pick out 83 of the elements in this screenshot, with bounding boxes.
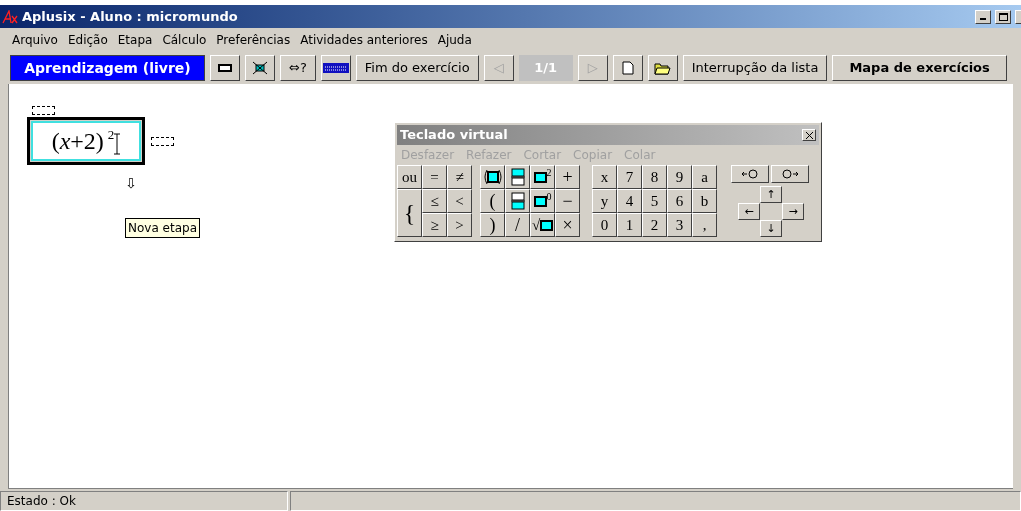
tooltip: Nova etapa	[125, 218, 200, 238]
mode-button[interactable]: Aprendizagem (livre)	[10, 55, 205, 81]
menu-item[interactable]: Etapa	[117, 31, 153, 49]
status-text: Estado : Ok	[0, 491, 288, 511]
keyboard-key[interactable]: (	[480, 189, 505, 213]
keyboard-key[interactable]: ,	[692, 213, 717, 237]
arrow-key[interactable]: ↓	[760, 220, 782, 237]
keyboard-key[interactable]: 4	[617, 189, 642, 213]
fraction-icon	[510, 168, 525, 186]
toolbar-button[interactable]	[245, 55, 275, 81]
arrow-key[interactable]: ↑	[760, 186, 782, 203]
toolbar-button[interactable]: Fim do exercício	[355, 55, 479, 81]
keyboard-key[interactable]: ≠	[447, 165, 472, 189]
menu-item[interactable]: Preferências	[216, 31, 291, 49]
menu-item[interactable]: Atividades anteriores	[300, 31, 428, 49]
move-left-button[interactable]	[731, 165, 769, 183]
keyboard-key[interactable]: a	[692, 165, 717, 189]
parenthesized-box-icon	[482, 169, 503, 185]
app-logo-icon	[2, 9, 18, 24]
keyboard-key[interactable]: 6	[667, 189, 692, 213]
keyboard-key[interactable]: 9	[667, 165, 692, 189]
move-right-button[interactable]	[771, 165, 809, 183]
keyboard-key[interactable]: ou	[397, 165, 422, 189]
keyboard-key[interactable]: 8	[642, 165, 667, 189]
minimize-button[interactable]	[975, 9, 991, 24]
panel-title: Teclado virtual	[400, 126, 509, 145]
toolbar-button[interactable]: ⇔?	[280, 55, 316, 81]
rectangle-icon	[218, 64, 232, 72]
keyboard-key[interactable]	[505, 165, 530, 189]
math-expression: (x+2)	[51, 127, 104, 156]
shift-left-icon	[741, 169, 759, 179]
keyboard-key[interactable]: ≥	[422, 213, 447, 237]
keyboard-key[interactable]: 0	[530, 189, 555, 213]
keyboard-key[interactable]: ≤	[422, 189, 447, 213]
keyboard-key[interactable]: b	[692, 189, 717, 213]
text-cursor-icon	[114, 133, 121, 155]
keyboard-key[interactable]: √	[530, 213, 555, 237]
keyboard-key[interactable]: 0	[592, 213, 617, 237]
crossed-box-icon	[252, 61, 268, 75]
arrow-key[interactable]: →	[782, 203, 804, 220]
empty-slot-icon	[32, 106, 55, 115]
menu-item[interactable]: Arquivo	[12, 31, 58, 49]
toolbar-button[interactable]	[320, 55, 351, 81]
window-title: Aplusix - Aluno : micromundo	[22, 7, 238, 26]
toolbar-button[interactable]	[612, 55, 643, 81]
arrow-key[interactable]: ←	[738, 203, 760, 220]
keyboard-key[interactable]	[480, 165, 505, 189]
keyboard-icon	[322, 63, 349, 73]
keyboard-key[interactable]: 3	[667, 213, 692, 237]
keyboard-key[interactable]: 2	[642, 213, 667, 237]
keyboard-key[interactable]: /	[505, 213, 530, 237]
exercise-map-button[interactable]: Mapa de exercícios	[832, 55, 1007, 81]
shift-right-icon	[781, 169, 799, 179]
keyboard-key[interactable]	[505, 189, 530, 213]
document-icon	[621, 61, 634, 75]
keyboard-key[interactable]: ×	[555, 213, 580, 237]
menu-item[interactable]: Cálculo	[162, 31, 207, 49]
keyboard-key[interactable]: >	[447, 213, 472, 237]
keyboard-key[interactable]: )	[480, 213, 505, 237]
page-counter: 1/1	[518, 55, 573, 81]
toolbar-button[interactable]: Interrupção da lista	[682, 55, 828, 81]
keyboard-key[interactable]: 2	[530, 165, 555, 189]
menu-item[interactable]: Ajuda	[437, 31, 472, 49]
exponent: 2	[107, 126, 115, 144]
keyboard-key[interactable]: <	[447, 189, 472, 213]
keyboard-key[interactable]: y	[592, 189, 617, 213]
keyboard-key[interactable]: +	[555, 165, 580, 189]
toolbar-button[interactable]	[210, 55, 240, 81]
folder-icon	[654, 61, 672, 75]
keyboard-key[interactable]: {	[397, 189, 422, 237]
keyboard-key[interactable]: =	[422, 165, 447, 189]
menu-item[interactable]: Edição	[67, 31, 108, 49]
empty-slot-icon	[151, 136, 174, 146]
keyboard-key[interactable]: −	[555, 189, 580, 213]
fraction-icon	[510, 192, 525, 210]
keyboard-key[interactable]: 7	[617, 165, 642, 189]
close-icon	[805, 131, 813, 139]
maximize-button[interactable]	[995, 9, 1011, 24]
keyboard-key[interactable]: 5	[642, 189, 667, 213]
keyboard-key[interactable]: 1	[617, 213, 642, 237]
keyboard-key[interactable]: x	[592, 165, 617, 189]
toolbar-button[interactable]	[647, 55, 678, 81]
new-step-arrow[interactable]: ⇩	[125, 176, 137, 190]
